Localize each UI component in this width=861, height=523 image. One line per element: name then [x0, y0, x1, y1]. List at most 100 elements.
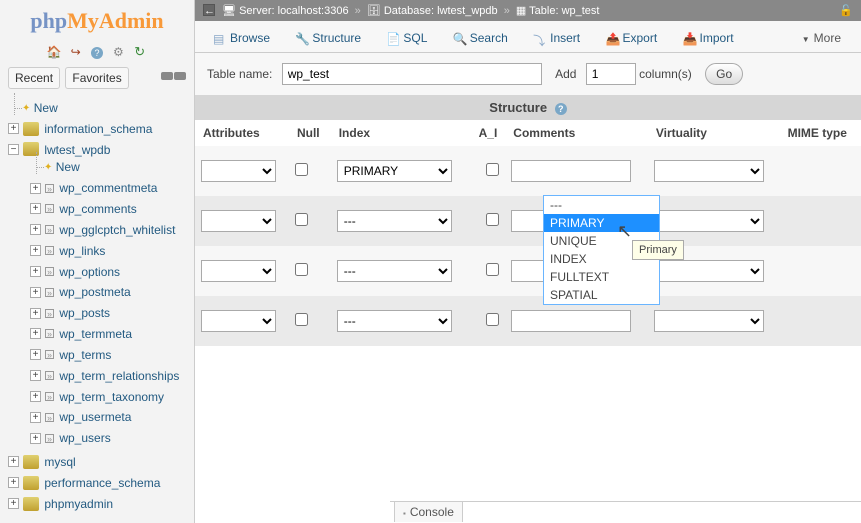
virtuality-select[interactable]	[654, 310, 764, 332]
tree-expand[interactable]: +	[30, 308, 41, 319]
tree-expand[interactable]: +	[30, 391, 41, 402]
tree-table[interactable]: wp_gglcptch_whitelist	[59, 223, 175, 237]
dropdown-option[interactable]: PRIMARY	[544, 214, 659, 232]
nav-icon[interactable]: »	[45, 413, 54, 422]
tab-favorites[interactable]: Favorites	[65, 67, 128, 89]
collapse-toggle[interactable]	[160, 69, 186, 83]
breadcrumb-server[interactable]: Server: localhost:3306	[239, 5, 348, 17]
tree-table[interactable]: wp_posts	[59, 306, 110, 320]
tree-db[interactable]: information_schema	[44, 122, 152, 136]
info-icon[interactable]: ?	[555, 103, 567, 115]
index-select[interactable]: ---	[337, 210, 452, 232]
tree-table[interactable]: wp_commentmeta	[59, 181, 157, 195]
tree-expand[interactable]: +	[8, 456, 19, 467]
tree-table[interactable]: wp_postmeta	[59, 285, 130, 299]
logout-icon[interactable]	[68, 45, 84, 61]
tree-table[interactable]: wp_links	[59, 244, 105, 258]
breadcrumb-table[interactable]: Table: wp_test	[529, 5, 599, 17]
lock-icon[interactable]: 🔓	[839, 4, 853, 17]
attributes-select[interactable]	[201, 210, 276, 232]
tree-collapse[interactable]: −	[8, 144, 19, 155]
comments-input[interactable]	[511, 160, 631, 182]
go-button[interactable]: Go	[705, 63, 743, 85]
nav-icon[interactable]: »	[45, 434, 54, 443]
comments-input[interactable]	[511, 310, 631, 332]
tree-db[interactable]: lwtest_wpdb	[44, 142, 110, 156]
index-select[interactable]: ---	[337, 260, 452, 282]
null-checkbox[interactable]	[295, 213, 308, 226]
tree-table[interactable]: wp_comments	[59, 202, 136, 216]
ai-checkbox[interactable]	[486, 213, 499, 226]
tree-table[interactable]: wp_options	[59, 264, 120, 278]
tree-db[interactable]: phpmyadmin	[44, 497, 113, 511]
nav-icon[interactable]: »	[45, 350, 54, 359]
tab-sql[interactable]: SQL	[376, 25, 437, 52]
nav-icon[interactable]: »	[45, 329, 54, 338]
tree-expand[interactable]: +	[30, 287, 41, 298]
console-button[interactable]: Console	[394, 501, 463, 522]
tree-table[interactable]: wp_usermeta	[59, 410, 131, 424]
tab-import[interactable]: Import	[673, 25, 744, 52]
tree-expand[interactable]: +	[30, 203, 41, 214]
virtuality-select[interactable]	[654, 210, 764, 232]
null-checkbox[interactable]	[295, 313, 308, 326]
nav-icon[interactable]: »	[45, 288, 54, 297]
nav-icon[interactable]: »	[45, 267, 54, 276]
nav-icon[interactable]: »	[45, 246, 54, 255]
index-select[interactable]: ---	[337, 310, 452, 332]
nav-icon[interactable]: »	[45, 309, 54, 318]
tab-search[interactable]: Search	[443, 25, 518, 52]
tree-expand[interactable]: +	[30, 412, 41, 423]
logo[interactable]: phpMyAdmin	[0, 0, 194, 42]
tree-db[interactable]: mysql	[44, 455, 75, 469]
tree-expand[interactable]: +	[8, 477, 19, 488]
tree-expand[interactable]: +	[30, 328, 41, 339]
tree-expand[interactable]: +	[30, 349, 41, 360]
null-checkbox[interactable]	[295, 163, 308, 176]
nav-icon[interactable]: »	[45, 225, 54, 234]
tree-expand[interactable]: +	[30, 245, 41, 256]
tree-table[interactable]: wp_term_relationships	[59, 369, 179, 383]
tree-expand[interactable]: +	[30, 224, 41, 235]
dropdown-option[interactable]: ---	[544, 196, 659, 214]
dropdown-option[interactable]: SPATIAL	[544, 286, 659, 304]
tree-table[interactable]: wp_termmeta	[59, 327, 132, 341]
tree-table[interactable]: wp_users	[59, 431, 110, 445]
tree-new-table[interactable]: New	[56, 160, 80, 174]
tab-more[interactable]: More	[792, 25, 851, 51]
nav-icon[interactable]: »	[45, 392, 54, 401]
ai-checkbox[interactable]	[486, 163, 499, 176]
null-checkbox[interactable]	[295, 263, 308, 276]
dropdown-option[interactable]: FULLTEXT	[544, 268, 659, 286]
nav-icon[interactable]: »	[45, 371, 54, 380]
ai-checkbox[interactable]	[486, 313, 499, 326]
nav-back-icon[interactable]: ←	[203, 4, 215, 16]
home-icon[interactable]	[46, 45, 62, 61]
nav-icon[interactable]: »	[45, 204, 54, 213]
tree-expand[interactable]: +	[8, 498, 19, 509]
nav-icon[interactable]: »	[45, 184, 54, 193]
tree-table[interactable]: wp_term_taxonomy	[59, 389, 164, 403]
tree-table[interactable]: wp_terms	[59, 348, 111, 362]
tree-expand[interactable]: +	[30, 183, 41, 194]
tab-structure[interactable]: Structure	[285, 25, 371, 52]
tree-db[interactable]: performance_schema	[44, 476, 160, 490]
tree-expand[interactable]: +	[30, 370, 41, 381]
table-name-input[interactable]	[282, 63, 542, 85]
tab-recent[interactable]: Recent	[8, 67, 60, 89]
tree-new-db[interactable]: New	[34, 101, 58, 115]
tree-expand[interactable]: +	[30, 266, 41, 277]
attributes-select[interactable]	[201, 260, 276, 282]
tab-insert[interactable]: Insert	[523, 25, 590, 52]
tree-expand[interactable]: +	[8, 123, 19, 134]
tab-export[interactable]: Export	[595, 25, 667, 52]
settings-icon[interactable]	[110, 45, 126, 61]
attributes-select[interactable]	[201, 310, 276, 332]
reload-icon[interactable]	[132, 44, 148, 60]
tab-browse[interactable]: Browse	[203, 25, 280, 52]
add-columns-input[interactable]	[586, 63, 636, 85]
tree-expand[interactable]: +	[30, 433, 41, 444]
virtuality-select[interactable]	[654, 160, 764, 182]
virtuality-select[interactable]	[654, 260, 764, 282]
attributes-select[interactable]	[201, 160, 276, 182]
